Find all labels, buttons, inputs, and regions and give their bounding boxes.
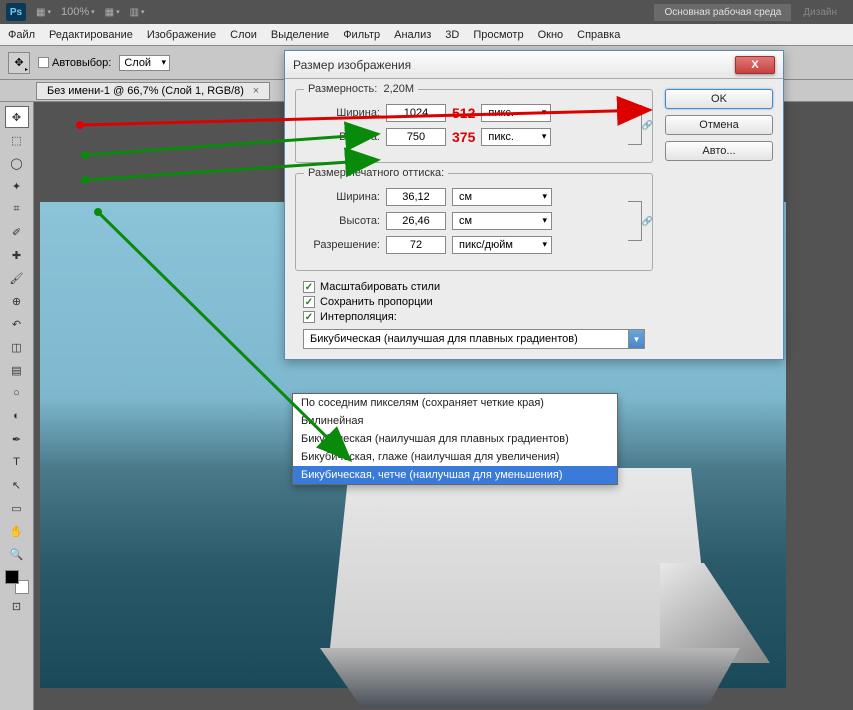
image-size-dialog: Размер изображения X Размерность: 2,20M … — [284, 50, 784, 360]
menu-file[interactable]: Файл — [8, 29, 35, 41]
marquee-tool[interactable]: ⬚ — [5, 129, 29, 151]
interp-option-bicubic-smoother[interactable]: Бикубическая, глаже (наилучшая для увели… — [293, 448, 617, 466]
width-unit-dropdown[interactable]: пикс. — [481, 104, 551, 122]
menu-help[interactable]: Справка — [577, 29, 620, 41]
type-tool[interactable]: T — [5, 451, 29, 473]
toolbox: ✥ ⬚ ◯ ✦ ⌗ ✐ ✚ 🖌 ⊕ ↶ ◫ ▤ ○ ◐ ✒ T ↖ ▭ ✋ 🔍 … — [0, 102, 34, 710]
pen-tool[interactable]: ✒ — [5, 428, 29, 450]
print-height-input[interactable]: 26,46 — [386, 212, 446, 230]
zoom-dropdown[interactable]: 100% ▾ — [61, 6, 95, 18]
interpolation-check[interactable]: ✓Интерполяция: — [303, 311, 653, 323]
print-height-label: Высота: — [306, 215, 380, 227]
menu-bar: Файл Редактирование Изображение Слои Выд… — [0, 24, 853, 46]
eraser-tool[interactable]: ◫ — [5, 336, 29, 358]
close-icon[interactable]: × — [253, 85, 259, 97]
zoom-tool[interactable]: 🔍 — [5, 543, 29, 565]
auto-select-label: Автовыбор: — [52, 57, 111, 69]
bridge-dropdown[interactable]: ▦ ▾ — [36, 7, 51, 18]
stamp-tool[interactable]: ⊕ — [5, 290, 29, 312]
print-width-label: Ширина: — [306, 191, 380, 203]
link-icon[interactable] — [628, 105, 642, 145]
height-unit-dropdown[interactable]: пикс. — [481, 128, 551, 146]
menu-filter[interactable]: Фильтр — [343, 29, 380, 41]
auto-select-target[interactable]: Слой — [119, 55, 170, 71]
hand-tool[interactable]: ✋ — [5, 520, 29, 542]
print-size-label: Размер печатного оттиска: — [304, 167, 448, 179]
print-width-input[interactable]: 36,12 — [386, 188, 446, 206]
constrain-proportions-check[interactable]: ✓Сохранить пропорции — [303, 296, 653, 308]
interpolation-options-list: По соседним пикселям (сохраняет четкие к… — [292, 393, 618, 485]
ship-graphic — [320, 448, 740, 708]
menu-image[interactable]: Изображение — [147, 29, 216, 41]
quickmask-tool[interactable]: ⊡ — [5, 595, 29, 617]
print-height-unit[interactable]: см — [452, 212, 552, 230]
gradient-tool[interactable]: ▤ — [5, 359, 29, 381]
foreground-color[interactable] — [5, 570, 19, 584]
pixel-dimensions-label: Размерность: 2,20M — [304, 83, 418, 95]
constrain-label: Сохранить пропорции — [320, 296, 433, 308]
heal-tool[interactable]: ✚ — [5, 244, 29, 266]
height-annotation: 375 — [452, 129, 475, 145]
arrange-dropdown[interactable]: ▦ ▾ — [105, 7, 120, 18]
scale-styles-label: Масштабировать стили — [320, 281, 440, 293]
width-input[interactable]: 1024 — [386, 104, 446, 122]
crop-tool[interactable]: ⌗ — [5, 198, 29, 220]
cancel-button[interactable]: Отмена — [665, 115, 773, 135]
menu-edit[interactable]: Редактирование — [49, 29, 133, 41]
document-tab-label: Без имени-1 @ 66,7% (Слой 1, RGB/8) — [47, 85, 244, 97]
menu-select[interactable]: Выделение — [271, 29, 329, 41]
dropdown-arrow-icon[interactable]: ▼ — [628, 330, 644, 348]
move-tool-icon[interactable]: ✥▸ — [8, 52, 30, 74]
width-label: Ширина: — [306, 107, 380, 119]
interpolation-dropdown[interactable]: Бикубическая (наилучшая для плавных град… — [303, 329, 645, 349]
document-tab[interactable]: Без имени-1 @ 66,7% (Слой 1, RGB/8) × — [36, 82, 270, 100]
lasso-tool[interactable]: ◯ — [5, 152, 29, 174]
resolution-label: Разрешение: — [306, 239, 380, 251]
print-width-unit[interactable]: см — [452, 188, 552, 206]
height-label: Высота: — [306, 131, 380, 143]
interp-option-nearest[interactable]: По соседним пикселям (сохраняет четкие к… — [293, 394, 617, 412]
menu-analysis[interactable]: Анализ — [394, 29, 431, 41]
app-top-bar: Ps ▦ ▾ 100% ▾ ▦ ▾ ▥ ▾ Основная рабочая с… — [0, 0, 853, 24]
menu-window[interactable]: Окно — [538, 29, 564, 41]
pixel-dimensions-group: Размерность: 2,20M Ширина: 1024 512 пикс… — [295, 89, 653, 163]
color-swatches[interactable] — [5, 570, 29, 594]
move-tool[interactable]: ✥ — [5, 106, 29, 128]
interpolation-label: Интерполяция: — [320, 311, 397, 323]
print-link-icon[interactable] — [628, 201, 642, 241]
eyedropper-tool[interactable]: ✐ — [5, 221, 29, 243]
interp-option-bicubic-sharper[interactable]: Бикубическая, четче (наилучшая для умень… — [293, 466, 617, 484]
blur-tool[interactable]: ○ — [5, 382, 29, 404]
path-tool[interactable]: ↖ — [5, 474, 29, 496]
menu-view[interactable]: Просмотр — [473, 29, 523, 41]
workspace-tabs: Основная рабочая среда Дизайн — [654, 4, 847, 21]
interp-option-bicubic[interactable]: Бикубическая (наилучшая для плавных град… — [293, 430, 617, 448]
resolution-input[interactable]: 72 — [386, 236, 446, 254]
auto-select-check[interactable]: Автовыбор: — [38, 57, 111, 69]
workspace-tab-main[interactable]: Основная рабочая среда — [654, 4, 791, 21]
menu-3d[interactable]: 3D — [445, 29, 459, 41]
ok-button[interactable]: OK — [665, 89, 773, 109]
interp-option-bilinear[interactable]: Билинейная — [293, 412, 617, 430]
screen-dropdown[interactable]: ▥ ▾ — [130, 7, 145, 18]
menu-layer[interactable]: Слои — [230, 29, 257, 41]
dialog-title-text: Размер изображения — [293, 58, 411, 72]
height-input[interactable]: 750 — [386, 128, 446, 146]
resolution-unit[interactable]: пикс/дюйм — [452, 236, 552, 254]
width-annotation: 512 — [452, 105, 475, 121]
auto-button[interactable]: Авто... — [665, 141, 773, 161]
workspace-tab-design[interactable]: Дизайн — [793, 4, 847, 21]
print-size-group: Размер печатного оттиска: Ширина: 36,12 … — [295, 173, 653, 271]
scale-styles-check[interactable]: ✓Масштабировать стили — [303, 281, 653, 293]
app-logo: Ps — [6, 3, 26, 21]
dodge-tool[interactable]: ◐ — [5, 405, 29, 427]
shape-tool[interactable]: ▭ — [5, 497, 29, 519]
dialog-close-button[interactable]: X — [735, 56, 775, 74]
history-brush-tool[interactable]: ↶ — [5, 313, 29, 335]
dialog-titlebar[interactable]: Размер изображения X — [285, 51, 783, 79]
wand-tool[interactable]: ✦ — [5, 175, 29, 197]
brush-tool[interactable]: 🖌 — [5, 267, 29, 289]
